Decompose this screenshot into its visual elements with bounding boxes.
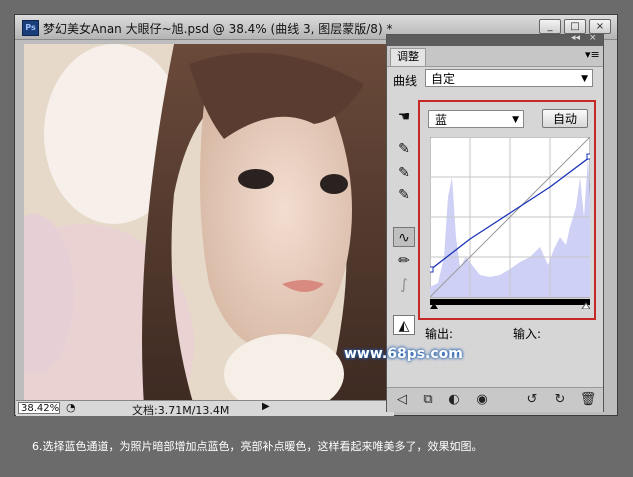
maximize-button[interactable]: □ xyxy=(564,19,586,34)
channel-value: 蓝 xyxy=(435,113,448,127)
panel-menu-icon[interactable]: ▾≡ xyxy=(585,48,600,61)
curves-label: 曲线 xyxy=(393,74,418,88)
chevron-down-icon: ▼ xyxy=(581,74,588,84)
preset-value: 自定 xyxy=(431,72,456,86)
channel-dropdown[interactable]: 蓝 ▼ xyxy=(428,110,524,128)
document-title: 梦幻美女Anan 大眼仔~旭.psd @ 38.4% (曲线 3, 图层蒙版/8… xyxy=(43,22,393,36)
status-menu-icon[interactable]: ◔ xyxy=(66,401,76,414)
auto-button[interactable]: 自动 xyxy=(542,109,588,128)
trash-icon[interactable]: 🗑 xyxy=(579,392,597,408)
caption: 6.选择蓝色通道，为照片暗部增加点蓝色，亮部补点暖色，这样看起来唯美多了，效果如… xyxy=(32,440,483,453)
panel-tab-bar: 调整 ▾≡ xyxy=(387,46,603,67)
curve-point-highlight[interactable] xyxy=(586,153,590,160)
curves-graph[interactable] xyxy=(430,137,590,309)
output-label: 输出: xyxy=(425,327,454,341)
preset-dropdown[interactable]: 自定 ▼ xyxy=(425,69,593,87)
clip-layer-icon[interactable]: ◐ xyxy=(445,392,463,408)
clipping-warning-icon[interactable]: ◭ xyxy=(393,315,415,335)
minimize-button[interactable]: _ xyxy=(539,19,561,34)
panel-close-icon[interactable]: × xyxy=(589,33,597,43)
document-size: 文档:3.71M/13.4M xyxy=(132,404,230,417)
white-eyedropper-icon[interactable]: ✎ xyxy=(393,185,415,205)
panel-header: ◂◂ × xyxy=(387,33,603,46)
curves-highlight: 蓝 ▼ 自动 xyxy=(418,100,596,320)
gradient-bar xyxy=(430,299,590,305)
back-arrow-icon[interactable]: ◁ xyxy=(393,392,411,408)
expand-view-icon[interactable]: ⧉ xyxy=(419,392,437,408)
close-button[interactable]: × xyxy=(589,19,611,34)
gray-eyedropper-icon[interactable]: ✎ xyxy=(393,163,415,183)
status-bar: 38.42% ◔ 文档:3.71M/13.4M ▶ xyxy=(16,400,394,417)
curve-edit-icon[interactable]: ∿ xyxy=(393,227,415,247)
tab-adjustments[interactable]: 调整 xyxy=(390,48,426,66)
visibility-eye-icon[interactable]: ◉ xyxy=(473,392,491,408)
target-adjust-hand-icon[interactable]: ☚ xyxy=(393,107,415,127)
status-arrow-icon[interactable]: ▶ xyxy=(262,401,270,412)
pencil-icon[interactable]: ✏ xyxy=(393,251,415,271)
curve-point-shadow[interactable] xyxy=(430,266,434,273)
reset-icon[interactable]: ↻ xyxy=(551,392,569,408)
black-eyedropper-icon[interactable]: ✎ xyxy=(393,139,415,159)
photoshop-logo-icon: Ps xyxy=(22,20,39,36)
smooth-icon[interactable]: ∫ xyxy=(393,275,415,295)
collapse-icon[interactable]: ◂◂ xyxy=(571,33,580,43)
watermark: www.68ps.com xyxy=(344,346,463,362)
view-previous-icon[interactable]: ↺ xyxy=(523,392,541,408)
zoom-field[interactable]: 38.42% xyxy=(18,402,60,414)
input-label: 输入: xyxy=(513,327,542,341)
panel-bottom-bar: ◁ ⧉ ◐ ◉ ↺ ↻ 🗑 xyxy=(387,387,603,412)
chevron-down-icon: ▼ xyxy=(512,115,519,125)
